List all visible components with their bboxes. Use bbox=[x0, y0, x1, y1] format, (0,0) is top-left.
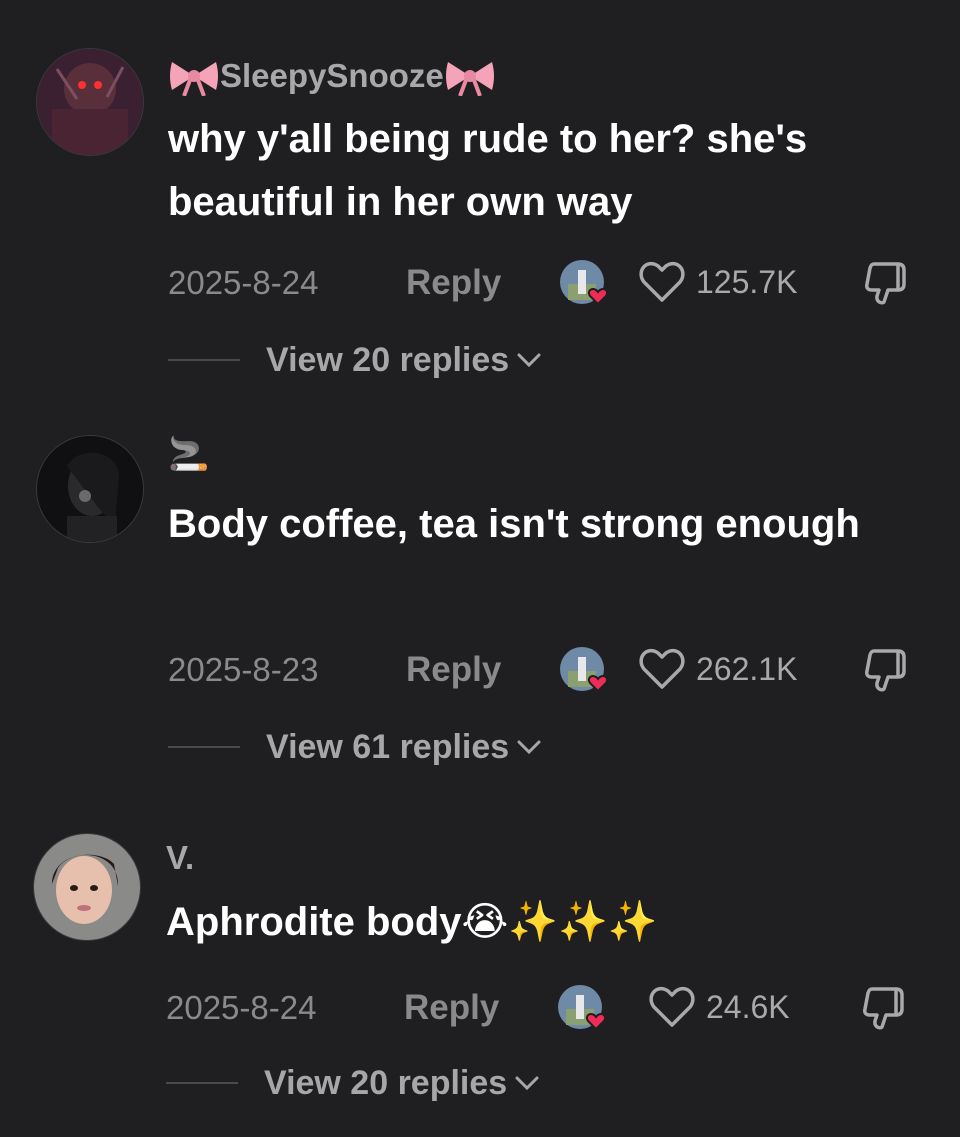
like-button[interactable]: 24.6K bbox=[648, 985, 790, 1029]
dislike-button[interactable] bbox=[862, 258, 914, 308]
avatar[interactable] bbox=[33, 833, 141, 941]
username-text: SleepySnooze bbox=[220, 57, 444, 94]
username[interactable]: V. bbox=[166, 839, 194, 877]
comment-text: Body coffee, tea isn't strong enough bbox=[168, 502, 860, 546]
username-text: 🚬 bbox=[168, 435, 210, 472]
pink-bow-icon bbox=[444, 56, 496, 97]
like-button[interactable]: 262.1K bbox=[638, 647, 797, 691]
reply-button[interactable]: Reply bbox=[406, 650, 501, 690]
username-text: V. bbox=[166, 839, 195, 876]
heart-outline-icon bbox=[649, 986, 695, 1027]
comment-actions: 2025-8-23 Reply 262.1K bbox=[168, 645, 928, 695]
view-replies-button[interactable]: View 20 replies bbox=[168, 338, 543, 382]
reply-button[interactable]: Reply bbox=[404, 988, 499, 1028]
creator-liked-badge bbox=[560, 258, 612, 308]
creator-liked-badge bbox=[560, 645, 612, 695]
avatar[interactable] bbox=[36, 48, 144, 156]
like-count: 125.7K bbox=[696, 263, 798, 300]
like-count: 24.6K bbox=[706, 988, 790, 1025]
reply-button[interactable]: Reply bbox=[406, 263, 501, 303]
creator-liked-badge bbox=[558, 983, 610, 1033]
comment-date: 2025-8-23 bbox=[168, 651, 319, 688]
like-count: 262.1K bbox=[696, 650, 798, 687]
comment-date: 2025-8-24 bbox=[168, 264, 319, 301]
heart-outline-icon bbox=[639, 648, 685, 689]
chevron-down-icon bbox=[517, 353, 541, 368]
like-button[interactable]: 125.7K bbox=[638, 260, 797, 304]
username[interactable]: SleepySnooze bbox=[168, 56, 496, 97]
view-replies-button[interactable]: View 20 replies bbox=[166, 1061, 541, 1105]
comment-date: 2025-8-24 bbox=[166, 989, 317, 1026]
divider-line bbox=[166, 1082, 238, 1084]
view-replies-button[interactable]: View 61 replies bbox=[168, 725, 543, 769]
chevron-down-icon bbox=[517, 740, 541, 755]
dislike-button[interactable] bbox=[862, 645, 914, 695]
heart-outline-icon bbox=[639, 261, 685, 302]
pink-bow-icon bbox=[168, 56, 220, 97]
divider-line bbox=[168, 359, 240, 361]
thumbs-down-icon bbox=[865, 262, 906, 305]
comment-actions: 2025-8-24 Reply 24.6K bbox=[166, 983, 926, 1033]
view-replies-label: View 20 replies bbox=[264, 1063, 508, 1102]
comment-text: Aphrodite body😭✨✨✨ bbox=[166, 900, 658, 944]
thumbs-down-icon bbox=[863, 987, 904, 1030]
chevron-down-icon bbox=[515, 1076, 539, 1091]
comment-actions: 2025-8-24 Reply 125.7K bbox=[168, 258, 928, 308]
view-replies-label: View 61 replies bbox=[266, 727, 510, 766]
view-replies-label: View 20 replies bbox=[266, 340, 510, 379]
comment-text: why y'all being rude to her? she's beaut… bbox=[168, 117, 808, 224]
thumbs-down-icon bbox=[865, 649, 906, 692]
avatar[interactable] bbox=[36, 435, 144, 543]
dislike-button[interactable] bbox=[860, 983, 912, 1033]
username[interactable]: 🚬 bbox=[168, 435, 209, 474]
divider-line bbox=[168, 746, 240, 748]
